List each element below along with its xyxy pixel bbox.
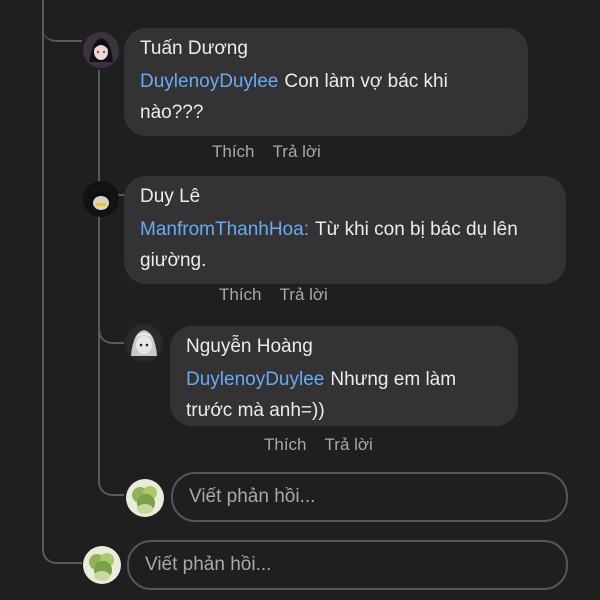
reply-input[interactable]: Viết phản hồi... bbox=[171, 472, 568, 522]
comment-author[interactable]: Duy Lê bbox=[140, 186, 550, 208]
comment-bubble: Duy Lê ManfromThanhHoa: Từ khi con bị bác… bbox=[124, 176, 566, 284]
avatar[interactable] bbox=[83, 181, 119, 217]
current-user-avatar bbox=[83, 546, 121, 584]
comment-text: DuylenoyDuylee Con làm vợ bác khi nào??? bbox=[140, 66, 512, 128]
comment-actions: Thích Trả lời bbox=[219, 285, 346, 305]
comment-actions: Thích Trả lời bbox=[264, 435, 391, 455]
comment-bubble: Tuấn Dương DuylenoyDuylee Con làm vợ bác … bbox=[124, 28, 528, 136]
avatar[interactable] bbox=[125, 324, 163, 362]
like-button[interactable]: Thích bbox=[264, 435, 307, 454]
avatar-image bbox=[126, 479, 164, 517]
reply-input-placeholder: Viết phản hồi... bbox=[189, 486, 316, 507]
mention-link[interactable]: ManfromThanhHoa: bbox=[140, 219, 309, 240]
avatar-image bbox=[83, 32, 119, 68]
avatar[interactable] bbox=[83, 32, 119, 68]
comment-text: DuylenoyDuylee Nhưng em làm trước mà anh=… bbox=[186, 364, 502, 426]
comment-author[interactable]: Tuấn Dương bbox=[140, 38, 512, 60]
thread-line-outer bbox=[42, 0, 44, 548]
reply-input-placeholder: Viết phản hồi... bbox=[145, 554, 272, 575]
comment-author[interactable]: Nguyễn Hoàng bbox=[186, 336, 502, 358]
comment-bubble: Nguyễn Hoàng DuylenoyDuylee Nhưng em làm … bbox=[170, 326, 518, 426]
thread-curve-outer-bottom bbox=[42, 520, 82, 564]
avatar-image bbox=[125, 324, 163, 362]
thread-curve-outer-top bbox=[42, 0, 82, 42]
current-user-avatar bbox=[126, 479, 164, 517]
comment-thread: Tuấn Dương DuylenoyDuylee Con làm vợ bác … bbox=[0, 0, 600, 600]
like-button[interactable]: Thích bbox=[219, 285, 262, 304]
reply-button[interactable]: Trả lời bbox=[325, 435, 373, 454]
reply-button[interactable]: Trả lời bbox=[273, 142, 321, 161]
comment-actions: Thích Trả lời bbox=[212, 142, 339, 162]
like-button[interactable]: Thích bbox=[212, 142, 255, 161]
comment-text: ManfromThanhHoa: Từ khi con bị bác dụ lên… bbox=[140, 214, 550, 276]
reply-button[interactable]: Trả lời bbox=[280, 285, 328, 304]
mention-link[interactable]: DuylenoyDuylee bbox=[140, 71, 278, 92]
avatar-image bbox=[83, 181, 119, 217]
thread-curve-reply-2 bbox=[98, 460, 124, 496]
thread-curve-reply-1 bbox=[98, 300, 124, 344]
thread-line-reply bbox=[98, 212, 100, 482]
mention-link[interactable]: DuylenoyDuylee bbox=[186, 369, 324, 390]
reply-input[interactable]: Viết phản hồi... bbox=[127, 540, 568, 590]
avatar-image bbox=[83, 546, 121, 584]
